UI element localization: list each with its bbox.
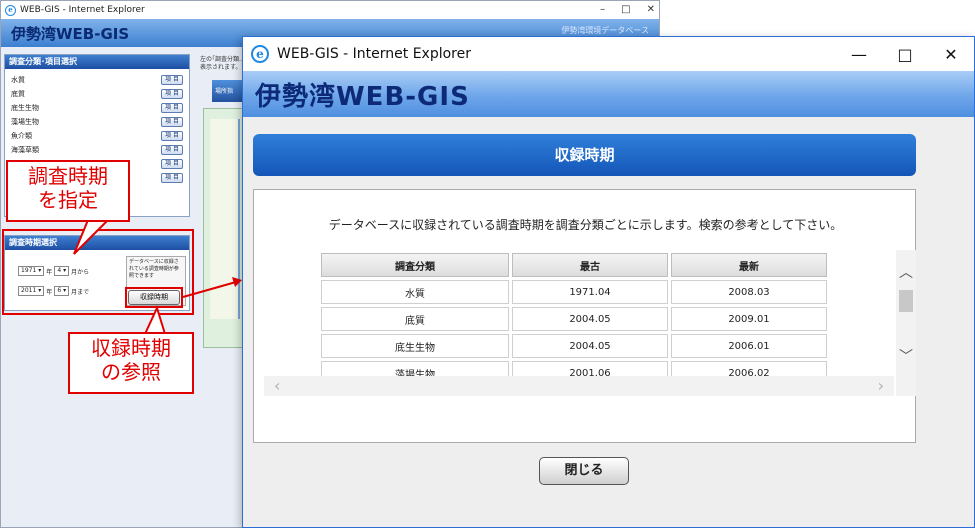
- callout-period-line2: を指定: [38, 188, 98, 212]
- item-button[interactable]: 項 目: [161, 131, 183, 141]
- maximize-icon[interactable]: □: [621, 1, 630, 19]
- popup-banner: 伊勢湾WEB-GIS: [243, 71, 974, 117]
- column-header-oldest: 最古: [512, 253, 668, 277]
- callout-period-line1: 調査時期: [28, 164, 108, 188]
- category-row: 底質 項 目: [11, 87, 183, 101]
- popup-window: e WEB-GIS - Internet Explorer — □ ✕ 伊勢湾W…: [242, 36, 975, 528]
- map-land: [210, 119, 240, 319]
- callout-records: 収録時期 の参照: [68, 332, 194, 394]
- callout-records-line1: 収録時期: [91, 336, 171, 360]
- category-label: 藻場生物: [11, 118, 39, 126]
- category-row: 水質 項 目: [11, 73, 183, 87]
- category-label: 水質: [11, 76, 25, 84]
- scroll-right-icon[interactable]: ›: [878, 376, 884, 396]
- ie-logo-icon: e: [251, 45, 269, 63]
- category-label: 底生生物: [11, 104, 39, 112]
- callout-records-line2: の参照: [101, 360, 161, 384]
- close-button[interactable]: 閉じる: [539, 457, 629, 485]
- info-text: 左の｢調査分類... 表示されます。: [200, 56, 245, 71]
- records-table-viewport: 調査分類 最古 最新 水質 1971.04 2008.03 底質 2004.05…: [318, 250, 830, 378]
- maximize-icon[interactable]: □: [882, 37, 928, 71]
- callout-period: 調査時期 を指定: [6, 160, 130, 222]
- category-panel-header: 調査分類･項目選択: [5, 55, 189, 69]
- records-content: データベースに収録されている調査時期を調査分類ごとに示します。検索の参考として下…: [253, 189, 916, 443]
- cell-oldest: 2004.05: [512, 307, 668, 331]
- category-row: 藻場生物 項 目: [11, 115, 183, 129]
- cell-newest: 2006.01: [671, 334, 827, 358]
- location-tab[interactable]: 場所指: [212, 80, 244, 102]
- item-button[interactable]: 項 目: [161, 75, 183, 85]
- item-button[interactable]: 項 目: [161, 145, 183, 155]
- item-button[interactable]: 項 目: [161, 117, 183, 127]
- column-header-newest: 最新: [671, 253, 827, 277]
- minimize-icon[interactable]: –: [600, 1, 605, 19]
- scroll-up-icon[interactable]: ︿: [899, 262, 913, 282]
- category-label: 底質: [11, 90, 25, 98]
- background-banner-subtitle: 伊勢湾環境データベース: [561, 26, 649, 35]
- item-button[interactable]: 項 目: [161, 173, 183, 183]
- table-row: 水質 1971.04 2008.03: [321, 280, 827, 304]
- close-icon[interactable]: ✕: [928, 37, 974, 71]
- item-button[interactable]: 項 目: [161, 89, 183, 99]
- category-row: 底生生物 項 目: [11, 101, 183, 115]
- screen: e WEB-GIS - Internet Explorer – □ ✕ 伊勢湾W…: [0, 0, 975, 528]
- records-button-highlight-box: [125, 287, 183, 308]
- cell-oldest: 2004.05: [512, 334, 668, 358]
- category-label: 海藻草類: [11, 146, 39, 154]
- close-icon[interactable]: ✕: [647, 1, 655, 19]
- scroll-thumb[interactable]: [899, 290, 913, 312]
- records-description: データベースに収録されている調査時期を調査分類ごとに示します。検索の参考として下…: [328, 218, 843, 232]
- cell-newest: 2009.01: [671, 307, 827, 331]
- horizontal-scrollbar[interactable]: ‹ ›: [264, 376, 894, 396]
- table-row: 底生生物 2004.05 2006.01: [321, 334, 827, 358]
- scroll-down-icon[interactable]: ﹀: [899, 346, 913, 366]
- cell-oldest: 1971.04: [512, 280, 668, 304]
- map-view[interactable]: [203, 108, 243, 348]
- cell-newest: 2008.03: [671, 280, 827, 304]
- popup-window-title: WEB-GIS - Internet Explorer: [277, 46, 472, 62]
- category-label: 魚介類: [11, 132, 32, 140]
- cell-category: 水質: [321, 280, 509, 304]
- item-button[interactable]: 項 目: [161, 159, 183, 169]
- records-table: 調査分類 最古 最新 水質 1971.04 2008.03 底質 2004.05…: [318, 250, 830, 378]
- background-titlebar[interactable]: e WEB-GIS - Internet Explorer – □ ✕: [1, 1, 659, 19]
- table-row: 底質 2004.05 2009.01: [321, 307, 827, 331]
- background-banner-title: 伊勢湾WEB-GIS: [11, 24, 130, 43]
- cell-category: 底生生物: [321, 334, 509, 358]
- popup-titlebar[interactable]: e WEB-GIS - Internet Explorer — □ ✕: [243, 37, 974, 71]
- section-title: 収録時期: [253, 134, 916, 176]
- background-window-title: WEB-GIS - Internet Explorer: [20, 5, 145, 15]
- column-header-category: 調査分類: [321, 253, 509, 277]
- ie-logo-icon: e: [5, 4, 16, 16]
- category-row: 魚介類 項 目: [11, 129, 183, 143]
- item-button[interactable]: 項 目: [161, 103, 183, 113]
- table-header-row: 調査分類 最古 最新: [321, 253, 827, 277]
- vertical-scrollbar[interactable]: ︿ ﹀: [896, 250, 916, 396]
- popup-banner-title: 伊勢湾WEB-GIS: [255, 81, 470, 112]
- minimize-icon[interactable]: —: [836, 37, 882, 71]
- scroll-left-icon[interactable]: ‹: [274, 376, 280, 396]
- category-row: 海藻草類 項 目: [11, 143, 183, 157]
- cell-category: 底質: [321, 307, 509, 331]
